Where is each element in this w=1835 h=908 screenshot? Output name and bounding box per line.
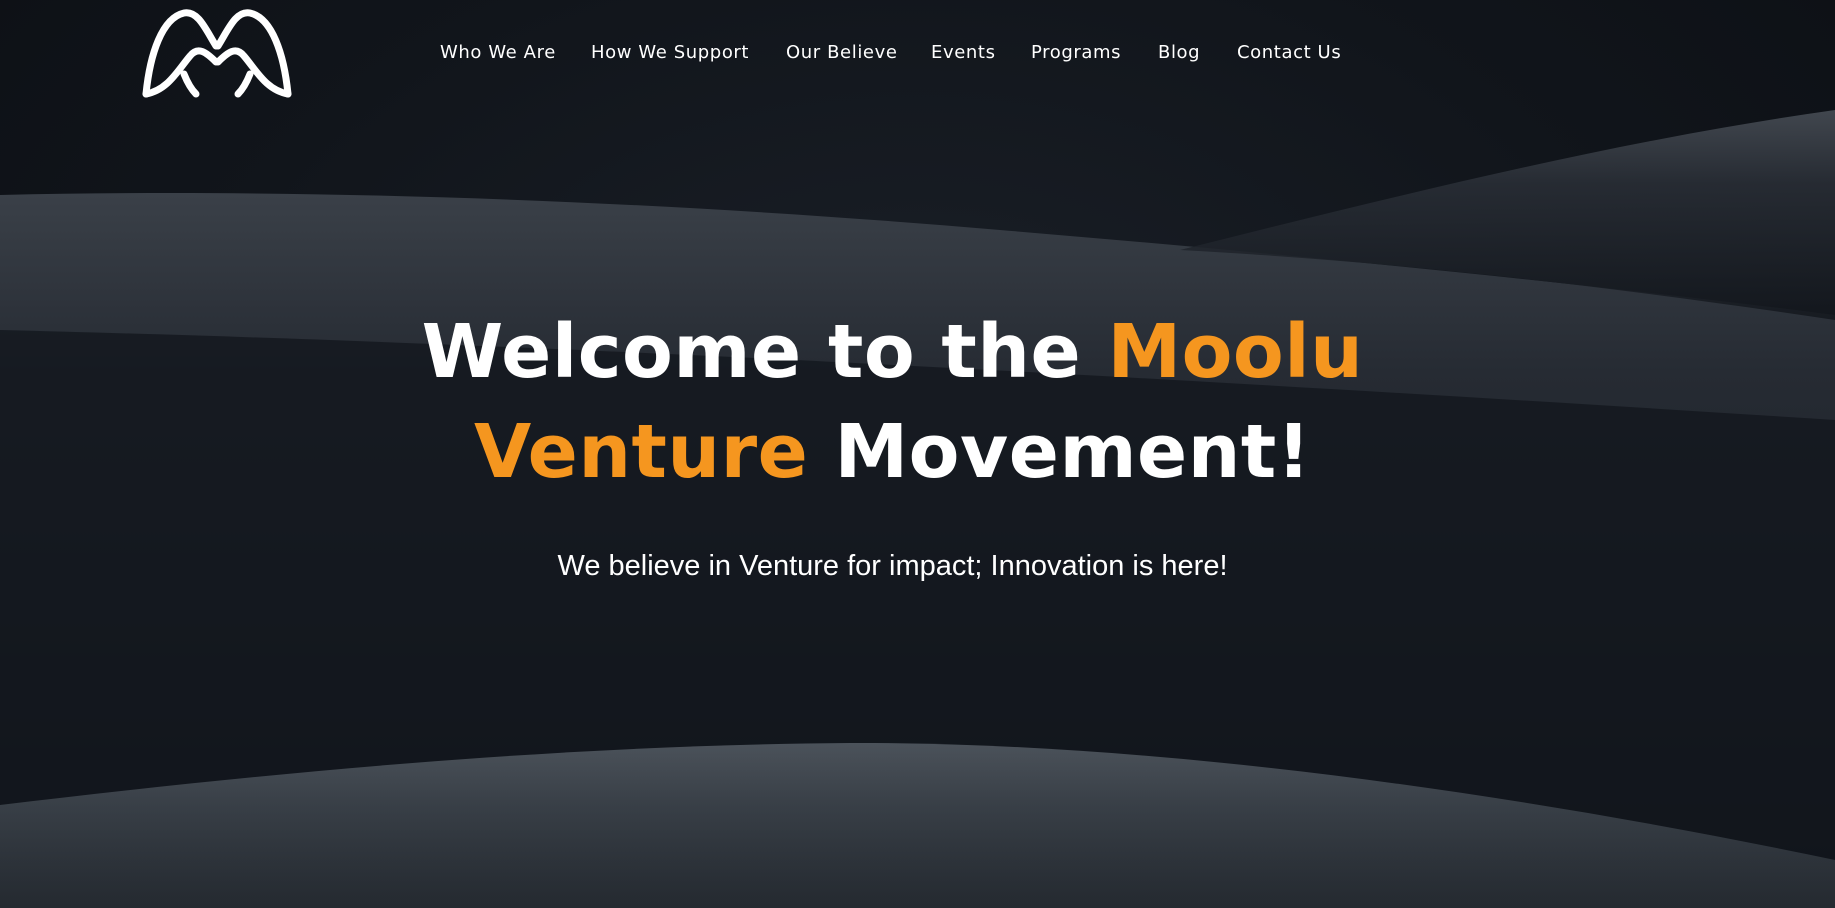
nav-item-contact-us[interactable]: Contact Us — [1237, 42, 1341, 63]
hero-section: Who We Are How We Support Our Believe Ev… — [0, 0, 1835, 908]
nav-item-blog[interactable]: Blog — [1158, 42, 1200, 63]
headline-venture-text: Venture — [473, 409, 809, 495]
main-nav: Who We Are How We Support Our Believe Ev… — [0, 42, 1835, 66]
nav-item-our-believe[interactable]: Our Believe — [786, 42, 898, 63]
nav-item-how-we-support[interactable]: How We Support — [591, 42, 749, 63]
nav-item-events[interactable]: Events — [931, 42, 996, 63]
nav-item-who-we-are[interactable]: Who We Are — [440, 42, 556, 63]
headline-line-1: Welcome to the Moolu — [0, 302, 1785, 402]
headline-movement-text: Movement! — [808, 409, 1312, 495]
nav-item-programs[interactable]: Programs — [1031, 42, 1121, 63]
headline-moolu-text: Moolu — [1107, 309, 1364, 395]
hero-headline: Welcome to the Moolu Venture Movement! — [0, 302, 1785, 502]
headline-welcome-text: Welcome to the — [421, 309, 1108, 395]
headline-line-2: Venture Movement! — [0, 402, 1785, 502]
hero-tagline: We believe in Venture for impact; Innova… — [557, 550, 1228, 582]
